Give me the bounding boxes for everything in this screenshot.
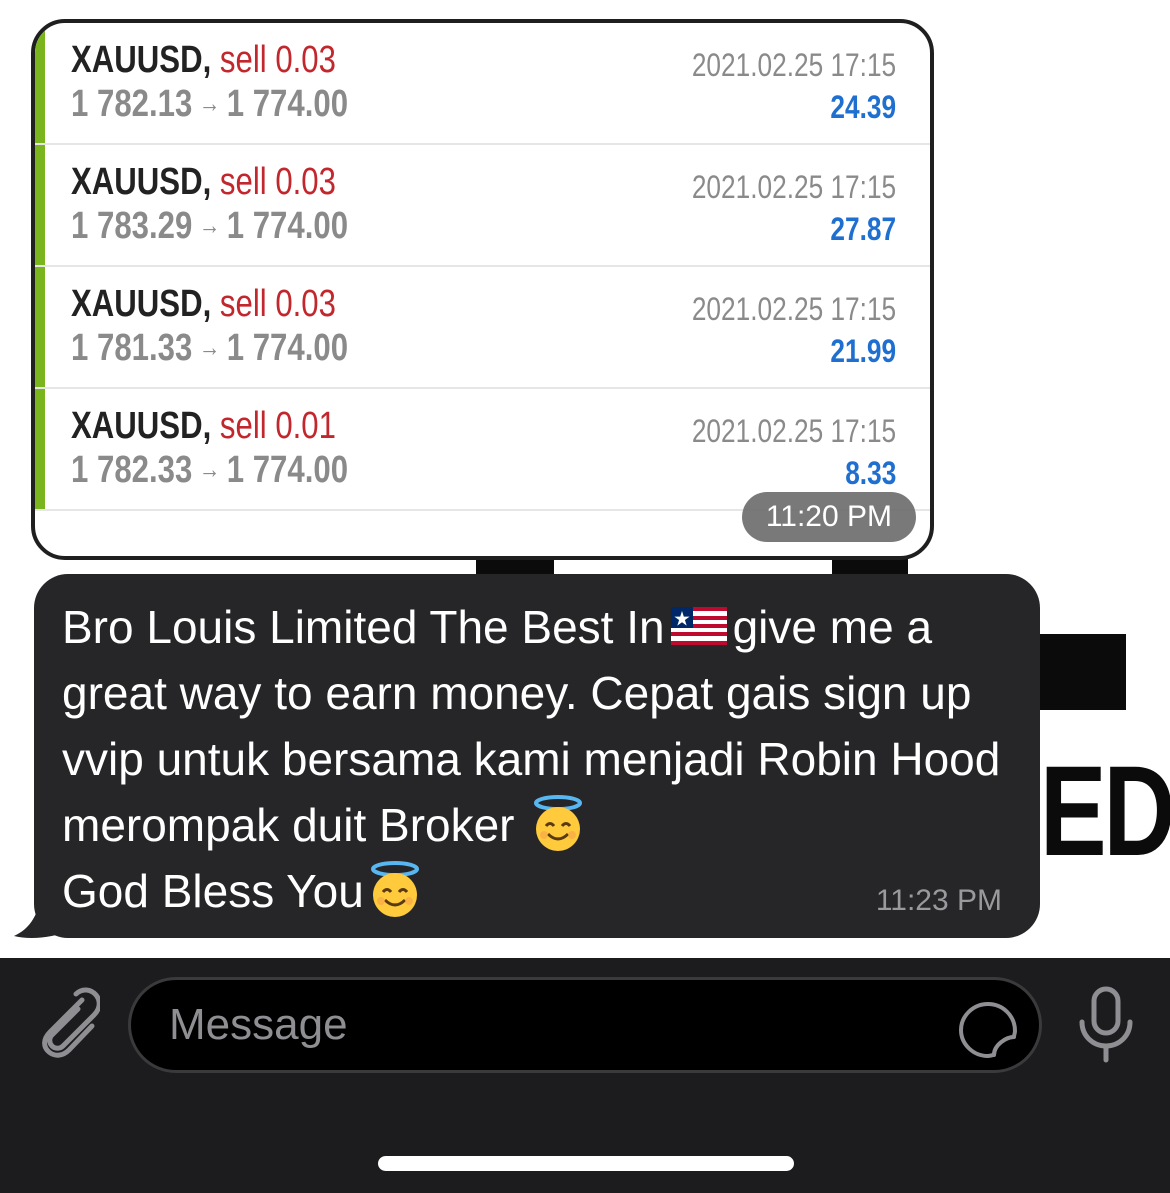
wallpaper-block: [1040, 634, 1126, 710]
trade-date: 2021.02.25 17:15: [691, 413, 896, 449]
trade-accent-bar: [35, 23, 45, 143]
trade-profit: 8.33: [844, 455, 896, 491]
trade-prices: 1 781.33 → 1 774.00: [71, 327, 348, 370]
message-input[interactable]: Message: [128, 977, 1042, 1073]
open-price: 1 781.33: [71, 327, 193, 369]
microphone-icon[interactable]: [1077, 986, 1135, 1064]
trade-row: XAUUSD, sell 0.03 1 781.33 → 1 774.00 2021…: [35, 267, 930, 389]
smiling-face-with-halo-icon: [370, 861, 419, 917]
trade-side: sell 0.03: [219, 161, 336, 203]
trade-symbol: XAUUSD: [71, 161, 203, 203]
message-body: Bro Louis Limited The Best In give me a …: [62, 594, 1022, 924]
message-placeholder: Message: [169, 1000, 348, 1049]
arrow-right-icon: →: [198, 88, 221, 118]
message-text-part: Bro Louis Limited The Best In: [62, 601, 665, 653]
trade-title: XAUUSD, sell 0.01: [71, 405, 336, 447]
arrow-right-icon: →: [198, 454, 221, 484]
trade-prices: 1 782.33 → 1 774.00: [71, 449, 348, 492]
trade-symbol: XAUUSD: [71, 405, 203, 447]
liberia-flag-icon: [670, 607, 727, 645]
image-message[interactable]: XAUUSD, sell 0.03 1 782.13 → 1 774.00 2021…: [31, 19, 934, 560]
trade-profit: 21.99: [830, 333, 896, 369]
trade-title: XAUUSD, sell 0.03: [71, 39, 336, 81]
trade-accent-bar: [35, 145, 45, 265]
trade-profit: 24.39: [830, 89, 896, 125]
home-indicator[interactable]: [378, 1156, 794, 1171]
trade-row: XAUUSD, sell 0.03 1 783.29 → 1 774.00 2021…: [35, 145, 930, 267]
trade-side: sell 0.03: [219, 283, 336, 325]
close-price: 1 774.00: [226, 83, 349, 125]
message-time: 11:23 PM: [875, 884, 1002, 917]
arrow-right-icon: →: [198, 210, 221, 240]
trade-date: 2021.02.25 17:15: [691, 169, 896, 205]
trade-side: sell 0.01: [219, 405, 336, 447]
close-price: 1 774.00: [226, 327, 349, 369]
text-message[interactable]: Bro Louis Limited The Best In give me a …: [34, 574, 1040, 938]
trade-prices: 1 783.29 → 1 774.00: [71, 205, 348, 248]
trade-title: XAUUSD, sell 0.03: [71, 283, 336, 325]
open-price: 1 782.33: [71, 449, 193, 491]
trade-date: 2021.02.25 17:15: [691, 291, 896, 327]
paperclip-icon[interactable]: [30, 986, 100, 1061]
trade-title: XAUUSD, sell 0.03: [71, 161, 336, 203]
sticker-icon[interactable]: [957, 1000, 1019, 1058]
open-price: 1 783.29: [71, 205, 193, 247]
close-price: 1 774.00: [226, 205, 349, 247]
trade-symbol: XAUUSD: [71, 283, 203, 325]
trade-side: sell 0.03: [219, 39, 336, 81]
trade-profit: 27.87: [830, 211, 896, 247]
trade-accent-bar: [35, 389, 45, 509]
trade-row: XAUUSD, sell 0.03 1 782.13 → 1 774.00 2021…: [35, 23, 930, 145]
trade-accent-bar: [35, 267, 45, 387]
open-price: 1 782.13: [71, 83, 193, 125]
image-message-time: 11:20 PM: [741, 492, 916, 542]
arrow-right-icon: →: [198, 332, 221, 362]
trade-date: 2021.02.25 17:15: [691, 47, 896, 83]
wallpaper-letters: ED: [1040, 740, 1170, 883]
trade-symbol: XAUUSD: [71, 39, 203, 81]
smiling-face-with-halo-icon: [534, 795, 583, 851]
trade-prices: 1 782.13 → 1 774.00: [71, 83, 348, 126]
close-price: 1 774.00: [226, 449, 349, 491]
message-text-part: God Bless You: [62, 865, 364, 917]
